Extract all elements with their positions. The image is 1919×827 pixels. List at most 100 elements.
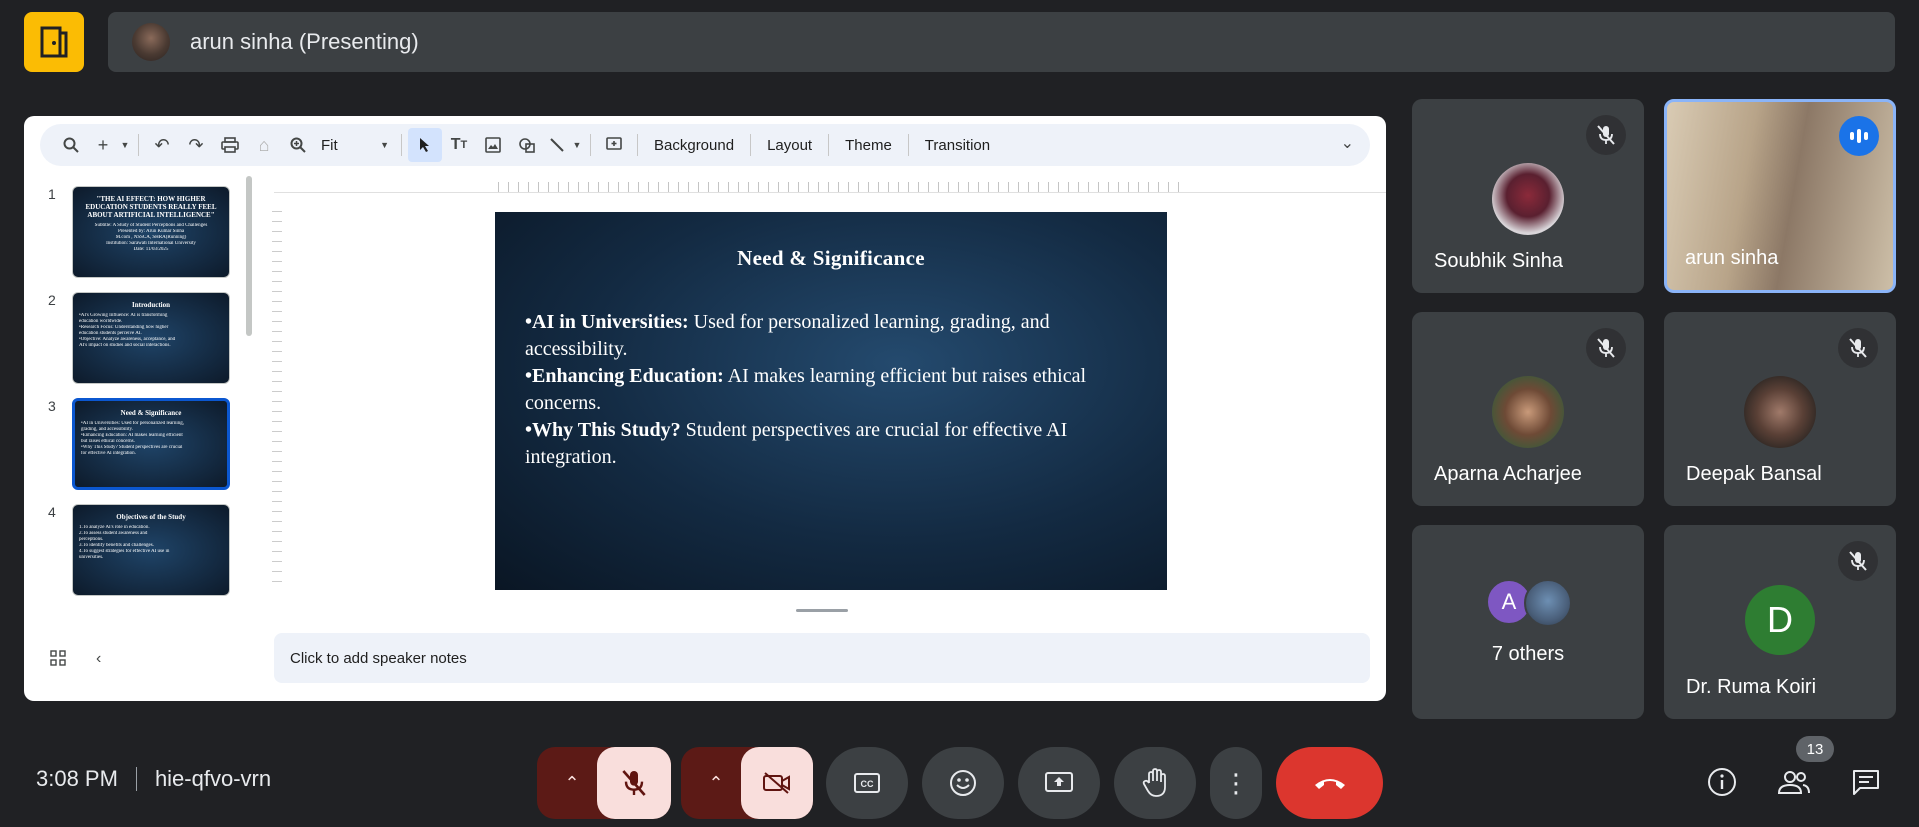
emoji-reactions-button[interactable] bbox=[922, 747, 1004, 819]
divider bbox=[138, 134, 139, 156]
bullet-heading: •AI in Universities: bbox=[525, 311, 689, 333]
image-icon[interactable] bbox=[476, 128, 510, 162]
more-vert-icon: ⋮ bbox=[1223, 768, 1249, 798]
bullet-heading: •Enhancing Education: bbox=[525, 365, 724, 387]
notes-resize-handle[interactable] bbox=[796, 609, 848, 612]
camera-toggle-button[interactable] bbox=[741, 747, 813, 819]
transition-button[interactable]: Transition bbox=[915, 137, 1000, 154]
captions-button[interactable]: CC bbox=[826, 747, 908, 819]
thumb-line: Date: 11/03/2025 bbox=[133, 247, 169, 252]
participant-tile-aparna[interactable]: Aparna Acharjee bbox=[1412, 312, 1644, 506]
mic-toggle-button[interactable] bbox=[597, 747, 671, 819]
slide-title: Need & Significance bbox=[737, 246, 925, 270]
slide-number: 4 bbox=[48, 504, 56, 520]
shape-icon[interactable] bbox=[510, 128, 544, 162]
mic-off-icon bbox=[1838, 541, 1878, 581]
thumb-title: Need & Significance bbox=[120, 409, 182, 417]
zoom-value: Fit bbox=[321, 136, 338, 154]
slides-toolbar: + ▼ ↶ ↷ ⌂ Fit ▼ TT ▼ Background Layout T… bbox=[40, 124, 1370, 166]
layout-button[interactable]: Layout bbox=[757, 137, 822, 154]
thumb-title: "THE AI EFFECT: HOW HIGHER EDUCATION STU… bbox=[85, 195, 217, 219]
chat-button[interactable] bbox=[1846, 762, 1886, 802]
meet-logo-button[interactable] bbox=[24, 12, 84, 72]
participant-tile-arun[interactable]: arun sinha bbox=[1664, 99, 1896, 293]
camera-off-icon bbox=[763, 772, 790, 794]
print-icon[interactable] bbox=[213, 128, 247, 162]
participant-tile-ruma[interactable]: D Dr. Ruma Koiri bbox=[1664, 525, 1896, 719]
meeting-details-button[interactable] bbox=[1702, 762, 1742, 802]
others-avatars: A bbox=[1486, 579, 1572, 627]
horizontal-ruler bbox=[498, 182, 1188, 192]
avatar bbox=[1744, 376, 1816, 448]
vertical-ruler bbox=[272, 211, 282, 591]
text-box-icon[interactable]: TT bbox=[442, 128, 476, 162]
thumb-line: universities. bbox=[79, 555, 104, 560]
search-icon[interactable] bbox=[54, 128, 88, 162]
grid-view-icon[interactable] bbox=[50, 650, 66, 671]
divider bbox=[907, 134, 909, 156]
door-icon bbox=[40, 26, 68, 58]
slide-thumbnail-2[interactable]: 2 Introduction •AI's Growing Influence: … bbox=[48, 292, 230, 384]
zoom-icon[interactable] bbox=[281, 128, 315, 162]
chevron-down-icon: ▼ bbox=[380, 140, 389, 150]
slide-number: 3 bbox=[48, 398, 56, 414]
chevron-left-icon[interactable]: ‹ bbox=[96, 650, 101, 671]
meeting-code: hie-qfvo-vrn bbox=[154, 766, 272, 791]
chat-icon bbox=[1853, 770, 1879, 795]
captions-icon: CC bbox=[854, 773, 880, 793]
end-call-icon bbox=[1314, 779, 1345, 789]
info-icon bbox=[1708, 768, 1736, 796]
current-time: 3:08 PM bbox=[36, 766, 118, 791]
zoom-select[interactable]: Fit ▼ bbox=[315, 137, 395, 154]
slide-thumbnail-1[interactable]: 1 "THE AI EFFECT: HOW HIGHER EDUCATION S… bbox=[48, 186, 230, 278]
slide-preview: "THE AI EFFECT: HOW HIGHER EDUCATION STU… bbox=[72, 186, 230, 278]
speaker-notes-field[interactable]: Click to add speaker notes bbox=[274, 633, 1370, 683]
select-cursor-icon[interactable] bbox=[408, 128, 442, 162]
chevron-down-icon[interactable]: ▼ bbox=[570, 128, 584, 162]
comment-add-icon[interactable] bbox=[597, 128, 631, 162]
slide-bullet: •AI in Universities: Used for personaliz… bbox=[525, 309, 1137, 363]
participant-tile-soubhik[interactable]: Soubhik Sinha bbox=[1412, 99, 1644, 293]
avatar bbox=[1492, 376, 1564, 448]
chevron-up-icon: ⌃ bbox=[708, 772, 724, 793]
slide-thumbnail-3[interactable]: 3 Need & Significance •AI in Universitie… bbox=[48, 398, 230, 490]
background-button[interactable]: Background bbox=[644, 137, 744, 154]
filmstrip-controls: ‹ bbox=[50, 650, 101, 671]
undo-icon[interactable]: ↶ bbox=[145, 128, 179, 162]
bullet-heading: •Why This Study? bbox=[525, 419, 681, 441]
theme-button[interactable]: Theme bbox=[835, 137, 902, 154]
slide-preview: Need & Significance •AI in Universities:… bbox=[72, 398, 230, 490]
slide-filmstrip: 1 "THE AI EFFECT: HOW HIGHER EDUCATION S… bbox=[24, 176, 269, 636]
divider bbox=[274, 192, 1386, 193]
participant-tile-others[interactable]: A 7 others bbox=[1412, 525, 1644, 719]
leave-call-button[interactable] bbox=[1276, 747, 1383, 819]
divider bbox=[135, 767, 137, 791]
filmstrip-scrollbar[interactable] bbox=[246, 176, 252, 336]
redo-icon[interactable]: ↷ bbox=[179, 128, 213, 162]
meeting-info: 3:08 PM hie-qfvo-vrn bbox=[36, 766, 271, 792]
more-options-button[interactable]: ⋮ bbox=[1210, 747, 1262, 819]
participant-tile-deepak[interactable]: Deepak Bansal bbox=[1664, 312, 1896, 506]
avatar bbox=[132, 23, 170, 61]
slide-preview: Objectives of the Study 1.To analyze AI'… bbox=[72, 504, 230, 596]
slide-canvas[interactable]: Need & Significance •AI in Universities:… bbox=[495, 212, 1167, 590]
slide-preview: Introduction •AI's Growing Influence: AI… bbox=[72, 292, 230, 384]
present-screen-button[interactable] bbox=[1018, 747, 1100, 819]
mic-off-icon bbox=[622, 770, 646, 796]
slide-bullet: •Why This Study? Student perspectives ar… bbox=[525, 417, 1137, 471]
camera-control-group: ⌃ bbox=[681, 747, 813, 819]
paint-format-icon[interactable]: ⌂ bbox=[247, 128, 281, 162]
raise-hand-button[interactable] bbox=[1114, 747, 1196, 819]
mic-off-icon bbox=[1586, 328, 1626, 368]
slide-thumbnail-4[interactable]: 4 Objectives of the Study 1.To analyze A… bbox=[48, 504, 230, 596]
divider bbox=[590, 134, 591, 156]
thumb-title: Objectives of the Study bbox=[116, 513, 186, 521]
new-slide-icon[interactable]: + bbox=[88, 128, 118, 162]
collapse-toolbar-icon[interactable]: ⌄ bbox=[1341, 133, 1354, 153]
people-button[interactable] bbox=[1774, 762, 1814, 802]
line-icon[interactable] bbox=[544, 128, 570, 162]
people-icon bbox=[1777, 771, 1810, 794]
chevron-down-icon[interactable]: ▼ bbox=[118, 128, 132, 162]
avatar: D bbox=[1745, 585, 1815, 655]
speaker-notes-placeholder: Click to add speaker notes bbox=[290, 649, 467, 667]
